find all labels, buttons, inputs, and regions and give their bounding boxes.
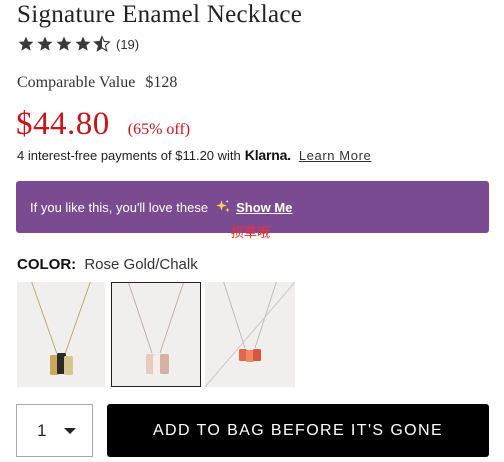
klarna-logo: Klarna.: [244, 147, 291, 163]
necklace-gold-black-image: [17, 282, 105, 387]
selected-color-value: Rose Gold/Chalk: [84, 256, 198, 273]
necklace-silver-coral-image: [205, 282, 295, 387]
quantity-value: 1: [37, 420, 47, 440]
sale-price: $44.80: [16, 106, 110, 142]
overlay-annotation-text: 损草哦: [231, 225, 271, 240]
star-icon: [18, 36, 34, 51]
add-to-bag-button[interactable]: ADD TO BAG BEFORE IT'S GONE: [107, 404, 489, 457]
product-title: Signature Enamel Necklace: [17, 1, 303, 28]
star-icon: [56, 36, 72, 51]
klarna-payment-info: 4 interest-free payments of $11.20 with …: [17, 147, 371, 163]
banner-text: If you like this, you'll love these: [30, 199, 209, 215]
show-me-link[interactable]: Show Me: [236, 200, 292, 215]
review-count[interactable]: (19): [116, 37, 139, 52]
sparkle-icon: [216, 199, 230, 213]
color-label: COLOR:: [17, 256, 77, 273]
comparable-value: Comparable Value $128: [17, 74, 177, 92]
color-selector-label: COLOR: Rose Gold/Chalk: [17, 256, 198, 273]
color-swatch-gold-black[interactable]: [17, 282, 105, 387]
learn-more-link[interactable]: Learn More: [299, 148, 371, 163]
comparable-price: $128: [145, 74, 178, 91]
color-swatch-silver-coral[interactable]: [205, 282, 295, 387]
price-row: $44.80 (65% off): [16, 106, 190, 143]
discount-percent: (65% off): [127, 121, 191, 138]
klarna-text: 4 interest-free payments of $11.20 with: [17, 147, 241, 163]
quantity-select[interactable]: 1: [16, 404, 93, 457]
comparable-label: Comparable Value: [17, 74, 136, 91]
rating-stars: [17, 35, 111, 53]
necklace-rose-gold-chalk-image: [112, 283, 200, 386]
star-icon: [37, 36, 53, 51]
color-swatch-rose-gold-chalk[interactable]: [111, 282, 201, 387]
chevron-down-icon: [64, 427, 77, 434]
product-rating[interactable]: (19): [17, 35, 139, 53]
star-icon: [75, 36, 91, 51]
half-star-icon: [93, 35, 111, 52]
